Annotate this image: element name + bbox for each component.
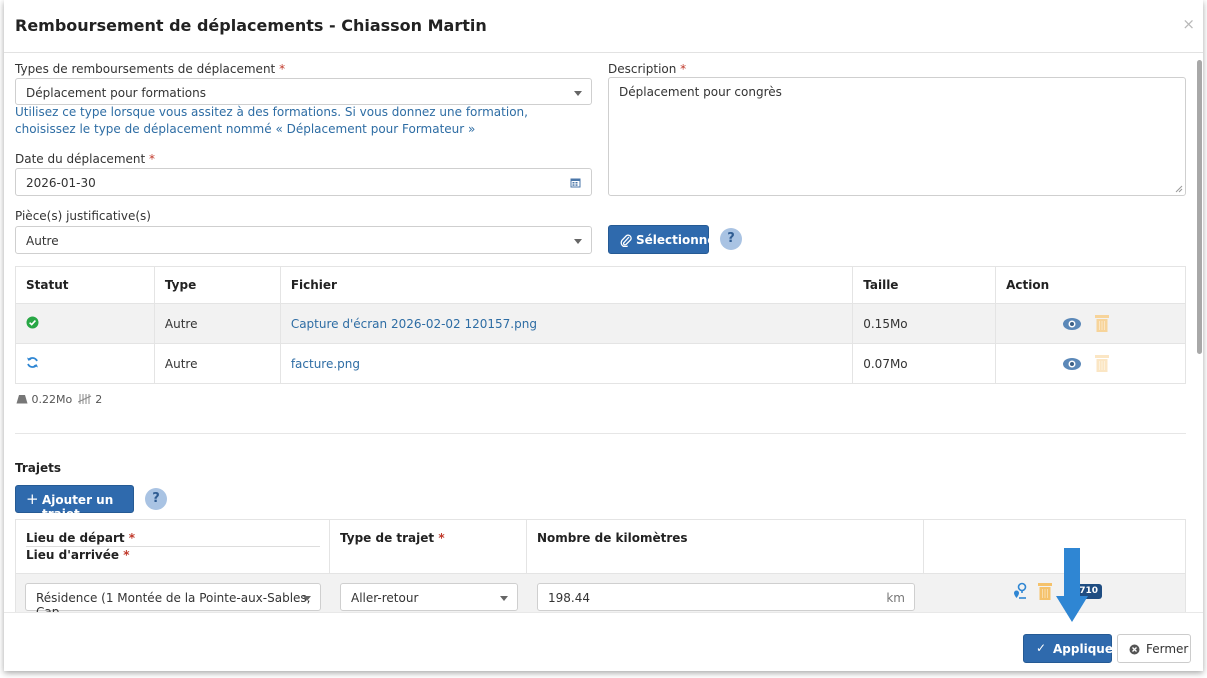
apply-button[interactable]: ✓ Appliquer: [1023, 634, 1119, 663]
trajet-row: Résidence (1 Montée de la Pointe-aux-Sab…: [15, 574, 1186, 619]
table-row: Autre facture.png 0.07Mo: [15, 343, 1186, 384]
map-route-icon[interactable]: [1010, 582, 1028, 600]
weight-icon: [16, 395, 28, 404]
plus-icon: +: [26, 490, 39, 508]
help-icon[interactable]: ?: [145, 488, 167, 510]
add-trajet-button[interactable]: + Ajouter un trajet: [15, 485, 134, 521]
trajets-table: Lieu de départ * Lieu d'arrivée * Type d…: [15, 519, 1186, 619]
type-cell: Autre: [153, 343, 281, 384]
trajets-heading: Trajets: [15, 461, 62, 475]
reimbursement-modal: Remboursement de déplacements - Chiasson…: [4, 0, 1203, 671]
annotation-arrow-head: [1056, 596, 1088, 622]
calendar-icon[interactable]: [570, 177, 581, 188]
file-cell: Capture d'écran 2026-02-02 120157.png: [279, 303, 854, 344]
section-divider: [15, 433, 1186, 434]
eye-icon[interactable]: [1062, 357, 1082, 371]
types-label: Types de remboursements de déplacement *: [15, 62, 286, 76]
chevron-down-icon: [500, 596, 508, 601]
pieces-label: Pièce(s) justificative(s): [15, 209, 151, 223]
check-icon: ✓: [1036, 641, 1047, 655]
files-table: Statut Type Fichier Taille Action Autre …: [15, 266, 1186, 384]
col-type: Type: [153, 266, 281, 304]
table-header-row: Statut Type Fichier Taille Action: [15, 266, 1186, 304]
description-label: Description *: [608, 62, 687, 76]
modal-footer: ✓ Appliquer Fermer: [4, 612, 1203, 671]
chevron-down-icon: [574, 91, 582, 96]
col-action: Action: [995, 266, 1186, 304]
col-taille: Taille: [852, 266, 997, 304]
tally-icon: [77, 394, 91, 404]
trash-icon[interactable]: [1094, 314, 1110, 333]
sync-icon: [27, 356, 38, 368]
types-hint: Utilisez ce type lorsque vous assitez à …: [15, 105, 528, 136]
trash-icon[interactable]: [1037, 582, 1053, 601]
resize-handle-icon[interactable]: [1175, 185, 1183, 193]
annotation-arrow: [1064, 548, 1080, 596]
table-row: Autre Capture d'écran 2026-02-02 120157.…: [15, 303, 1186, 344]
types-select[interactable]: Déplacement pour formations: [15, 78, 592, 105]
modal-header: Remboursement de déplacements - Chiasson…: [4, 0, 1203, 53]
col-fichier: Fichier: [279, 266, 854, 304]
date-label: Date du déplacement *: [15, 152, 156, 166]
select-file-button[interactable]: Sélectionner: [608, 225, 721, 254]
col-statut: Statut: [15, 266, 155, 304]
km-input[interactable]: 198.44 km: [537, 583, 915, 611]
size-cell: 0.15Mo: [852, 303, 997, 344]
scrollbar[interactable]: [1197, 60, 1202, 354]
size-cell: 0.07Mo: [852, 343, 997, 384]
eye-icon[interactable]: [1062, 317, 1082, 331]
col-lieu: Lieu de départ * Lieu d'arrivée *: [15, 519, 330, 574]
help-icon[interactable]: ?: [720, 228, 742, 250]
description-textarea[interactable]: Déplacement pour congrès: [608, 77, 1186, 196]
date-input[interactable]: 2026-01-30: [15, 168, 592, 196]
close-circle-icon: [1129, 644, 1140, 655]
header-divider: [26, 546, 320, 547]
col-km: Nombre de kilomètres: [526, 519, 924, 574]
pieces-select[interactable]: Autre: [15, 226, 592, 254]
close-icon[interactable]: ×: [1182, 15, 1195, 33]
file-cell: facture.png: [279, 343, 854, 384]
file-link[interactable]: Capture d'écran 2026-02-02 120157.png: [291, 317, 537, 331]
type-cell: Autre: [153, 303, 281, 344]
files-summary: 0.22Mo 2: [16, 393, 102, 406]
depart-select[interactable]: Résidence (1 Montée de la Pointe-aux-Sab…: [25, 583, 321, 619]
modal-title: Remboursement de déplacements - Chiasson…: [15, 16, 487, 35]
trajet-type-select[interactable]: Aller-retour: [340, 583, 518, 611]
trash-icon[interactable]: [1094, 354, 1110, 373]
action-cell: [995, 303, 1186, 344]
col-type-trajet: Type de trajet *: [329, 519, 527, 574]
chevron-down-icon: [303, 596, 311, 601]
paperclip-icon: [620, 234, 632, 247]
status-cell: [15, 303, 155, 344]
col-actions: [923, 519, 1186, 574]
close-button[interactable]: Fermer: [1117, 634, 1191, 663]
action-cell: [995, 343, 1186, 384]
status-cell: [15, 343, 155, 384]
chevron-down-icon: [574, 239, 582, 244]
check-circle-icon: [26, 316, 39, 328]
file-link[interactable]: facture.png: [291, 357, 360, 371]
